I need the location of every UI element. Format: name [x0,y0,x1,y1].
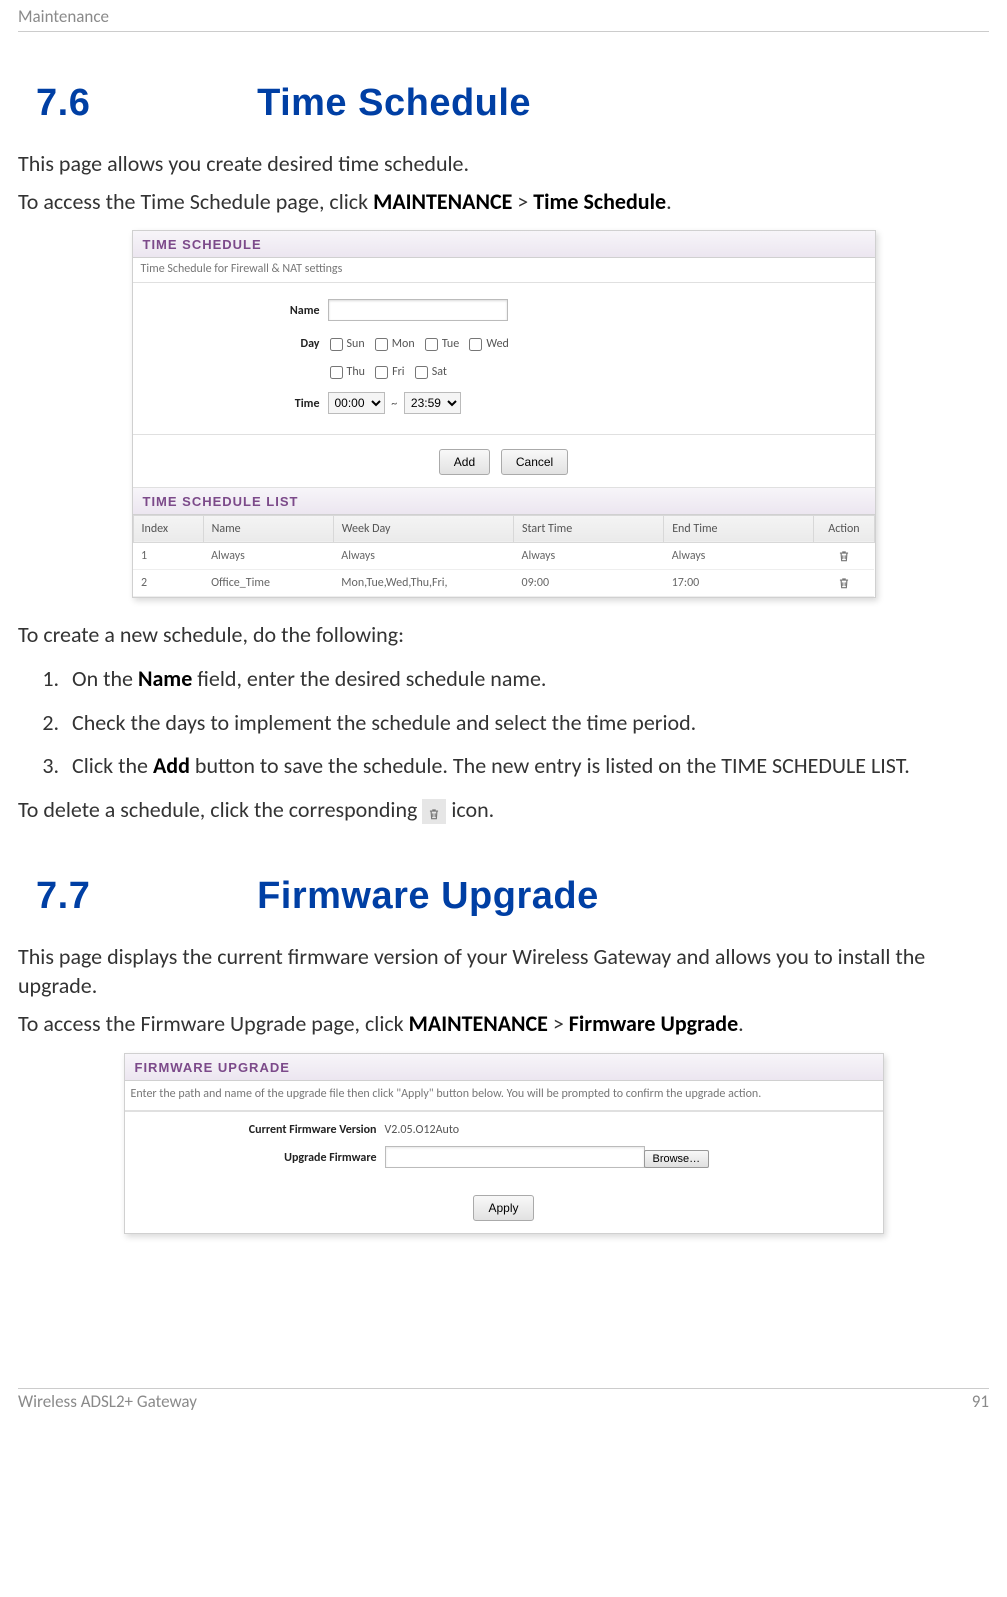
step-1: On the Name field, enter the desired sch… [64,664,989,694]
delete-icon[interactable] [837,549,851,563]
col-index: Index [133,515,203,542]
label-time: Time [153,392,328,416]
checkbox-thu[interactable] [330,366,343,379]
checkbox-mon[interactable] [375,338,388,351]
header-rule [18,31,989,32]
firmware-upgrade-panel: FIRMWARE UPGRADE Enter the path and name… [124,1053,884,1234]
add-button[interactable]: Add [439,449,490,475]
panel-title-firmware: FIRMWARE UPGRADE [125,1054,883,1081]
browse-button[interactable]: Browse… [644,1150,710,1168]
trash-icon [422,799,446,824]
panel-description-firmware: Enter the path and name of the upgrade f… [125,1081,883,1112]
col-weekday: Week Day [333,515,513,542]
intro-77: This page displays the current firmware … [18,942,989,1001]
checkbox-fri[interactable] [375,366,388,379]
col-start: Start Time [514,515,664,542]
section-number: 7.7 [36,875,246,918]
footer-page-number: 91 [972,1391,989,1412]
schedule-list-table: Index Name Week Day Start Time End Time … [133,515,875,597]
step-3: Click the Add button to save the schedul… [64,751,989,781]
col-end: End Time [664,515,814,542]
steps-list: On the Name field, enter the desired sch… [18,664,989,781]
checkbox-sun[interactable] [330,338,343,351]
step-2: Check the days to implement the schedule… [64,708,989,738]
checkbox-wed[interactable] [469,338,482,351]
time-start-select[interactable]: 00:00 [328,392,385,414]
section-title: Firmware Upgrade [257,875,599,917]
checkbox-sat[interactable] [415,366,428,379]
access-77: To access the Firmware Upgrade page, cli… [18,1009,989,1039]
panel-title-time-schedule: TIME SCHEDULE [133,231,875,258]
time-end-select[interactable]: 23:59 [404,392,461,414]
section-heading-76: 7.6 Time Schedule [36,82,989,125]
delete-instruction: To delete a schedule, click the correspo… [18,795,989,825]
delete-icon[interactable] [837,576,851,590]
current-version-value: V2.05.O12Auto [385,1118,873,1142]
panel-description: Time Schedule for Firewall & NAT setting… [133,258,875,283]
panel-title-schedule-list: TIME SCHEDULE LIST [133,488,875,515]
section-heading-77: 7.7 Firmware Upgrade [36,875,989,918]
footer-rule [18,1388,989,1389]
steps-intro: To create a new schedule, do the followi… [18,620,989,650]
access-76: To access the Time Schedule page, click … [18,187,989,217]
intro-76: This page allows you create desired time… [18,149,989,179]
table-row: 1 Always Always Always Always [133,542,874,569]
checkbox-tue[interactable] [425,338,438,351]
name-input[interactable] [328,299,508,321]
col-action: Action [814,515,874,542]
section-title: Time Schedule [257,82,531,124]
table-row: 2 Office_Time Mon,Tue,Wed,Thu,Fri, 09:00… [133,570,874,597]
label-name: Name [153,299,328,323]
label-current-version: Current Firmware Version [135,1118,385,1142]
label-day: Day [153,332,328,356]
apply-button[interactable]: Apply [473,1195,533,1221]
running-header: Maintenance [18,0,989,29]
col-name: Name [203,515,333,542]
upgrade-file-input[interactable] [385,1146,645,1168]
section-number: 7.6 [36,82,246,125]
time-schedule-panel: TIME SCHEDULE Time Schedule for Firewall… [132,230,876,598]
label-upgrade-firmware: Upgrade Firmware [135,1146,385,1170]
footer-product: Wireless ADSL2+ Gateway [18,1391,197,1412]
cancel-button[interactable]: Cancel [501,449,568,475]
